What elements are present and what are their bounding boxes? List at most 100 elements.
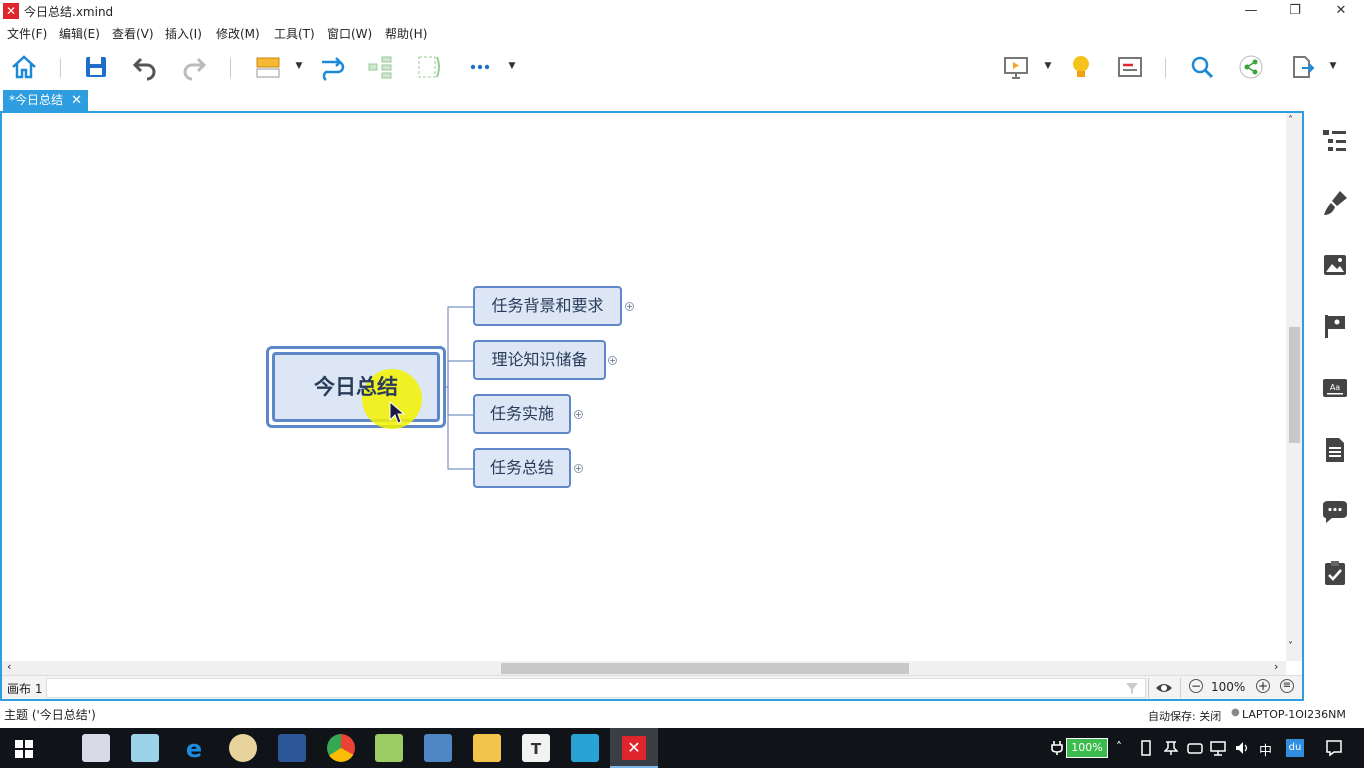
toolbar-separator (230, 58, 231, 78)
palette-app-icon[interactable] (229, 734, 257, 762)
svg-text:Aa: Aa (1330, 383, 1340, 392)
notes-icon[interactable] (1320, 435, 1350, 465)
edge-browser-icon[interactable]: e (180, 734, 208, 763)
link-icon[interactable] (1187, 740, 1203, 756)
windows-start-icon[interactable] (15, 740, 33, 758)
menu-view[interactable]: 查看(V) (112, 25, 154, 42)
home-icon[interactable] (10, 53, 38, 81)
chevron-up-icon[interactable]: ˄ (1288, 115, 1293, 126)
eye-icon[interactable] (1155, 680, 1173, 696)
file-explorer-icon[interactable] (473, 734, 501, 762)
subtopic[interactable]: 任务实施 (473, 394, 571, 434)
save-icon[interactable] (82, 53, 110, 81)
mouse-cursor-icon (389, 400, 406, 424)
zoom-in-button[interactable]: + (1256, 679, 1270, 693)
sheet-tab[interactable]: 画布 1 (7, 680, 42, 697)
menu-insert[interactable]: 插入(I) (165, 25, 202, 42)
format-brush-icon[interactable] (1320, 188, 1350, 218)
window-app-icon[interactable] (424, 734, 452, 762)
chevron-down-icon[interactable]: ▼ (1043, 61, 1053, 71)
subtopic[interactable]: 理论知识储备 (473, 340, 606, 380)
share-icon[interactable] (1237, 53, 1265, 81)
visio-app-icon[interactable] (278, 734, 306, 762)
chevron-down-icon[interactable]: ▼ (294, 61, 304, 71)
export-icon[interactable] (1288, 53, 1316, 81)
text-style-icon[interactable]: Aa (1320, 373, 1350, 403)
device-icon[interactable] (1140, 740, 1152, 756)
network-icon[interactable] (1210, 740, 1226, 756)
toolbar-separator (60, 58, 61, 78)
fit-menu-button[interactable]: ≡ (1280, 679, 1294, 693)
snipaste-app-icon[interactable] (571, 734, 599, 762)
menu-edit[interactable]: 编辑(E) (59, 25, 100, 42)
zoom-level: 100% (1211, 680, 1246, 694)
presentation-icon[interactable] (1002, 53, 1030, 81)
subtopic[interactable]: 任务总结 (473, 448, 571, 488)
vertical-scroll-thumb[interactable] (1289, 327, 1300, 443)
volume-icon[interactable] (1234, 740, 1250, 756)
chrome-browser-icon[interactable] (327, 734, 355, 762)
sheet-tab-area[interactable] (46, 678, 1146, 698)
expand-icon[interactable]: + (625, 302, 634, 311)
gantt-icon[interactable] (1116, 53, 1144, 81)
mindmap-canvas[interactable]: 今日总结 任务背景和要求 + 理论知识储备 + 任务实施 + 任务总结 + (2, 113, 1286, 661)
pin-icon[interactable] (1164, 740, 1178, 756)
image-icon[interactable] (1320, 250, 1350, 280)
connector-lines (444, 306, 473, 470)
svg-text:e: e (186, 735, 202, 762)
paint-app-icon[interactable] (82, 734, 110, 762)
chevron-down-icon[interactable]: ▼ (1328, 61, 1338, 71)
filter-icon[interactable] (1124, 680, 1140, 696)
marker-flag-icon[interactable] (1320, 311, 1350, 341)
idea-lightbulb-icon[interactable] (1067, 53, 1095, 81)
menu-modify[interactable]: 修改(M) (216, 25, 260, 42)
battery-indicator[interactable]: 100% (1066, 738, 1108, 758)
ime-indicator[interactable]: 中 (1259, 740, 1272, 759)
taskbar: e T ✕ 100% ˄ 中 du (0, 728, 1364, 768)
horizontal-scroll-thumb[interactable] (501, 663, 909, 674)
chevron-down-icon[interactable]: ˅ (1288, 641, 1293, 652)
minimize-button[interactable]: — (1228, 0, 1274, 22)
menu-tools[interactable]: 工具(T) (274, 25, 315, 42)
power-plug-icon[interactable] (1050, 740, 1064, 756)
outline-icon[interactable] (1320, 126, 1350, 156)
chevron-down-icon[interactable]: ▼ (507, 61, 517, 71)
menu-file[interactable]: 文件(F) (7, 25, 47, 42)
menu-window[interactable]: 窗口(W) (327, 25, 372, 42)
redo-icon[interactable] (180, 53, 208, 81)
menu-help[interactable]: 帮助(H) (385, 25, 427, 42)
restore-button[interactable]: ❐ (1272, 0, 1318, 22)
typora-app-icon[interactable]: T (522, 734, 550, 762)
vertical-scrollbar[interactable]: ˄ ˅ (1286, 113, 1302, 661)
boundary-icon[interactable] (415, 53, 443, 81)
central-topic-label: 今日总结 (314, 375, 398, 399)
insert-topic-icon[interactable] (254, 53, 282, 81)
zoom-out-button[interactable]: − (1189, 679, 1203, 693)
expand-icon[interactable]: + (574, 410, 583, 419)
chevron-up-icon[interactable]: ˄ (1116, 740, 1122, 754)
expand-icon[interactable]: + (608, 356, 617, 365)
task-checklist-icon[interactable] (1320, 558, 1350, 588)
comments-icon[interactable] (1320, 497, 1350, 527)
close-window-button[interactable]: ✕ (1318, 0, 1364, 22)
autosave-status[interactable]: 自动保存: 关闭 (1148, 708, 1221, 724)
chart-app-icon[interactable] (375, 734, 403, 762)
glass-app-icon[interactable] (131, 734, 159, 762)
expand-icon[interactable]: + (574, 464, 583, 473)
toolbar-separator (1165, 58, 1166, 78)
relationship-icon[interactable] (318, 53, 346, 81)
subtopic-label: 任务背景和要求 (491, 296, 604, 315)
taskbar-active-xmind[interactable]: ✕ (610, 728, 658, 768)
notification-icon[interactable] (1325, 739, 1343, 757)
undo-icon[interactable] (131, 53, 159, 81)
chevron-right-icon[interactable]: › (1274, 660, 1278, 673)
more-icon[interactable] (466, 53, 494, 81)
close-tab-icon[interactable]: ✕ (71, 90, 82, 111)
subtopic[interactable]: 任务背景和要求 (473, 286, 622, 326)
tab-document[interactable]: *今日总结 ✕ (3, 90, 88, 111)
search-icon[interactable] (1188, 53, 1216, 81)
chevron-left-icon[interactable]: ‹ (7, 660, 11, 673)
horizontal-scrollbar[interactable]: ‹ › (2, 660, 1286, 675)
structure-icon[interactable] (366, 53, 394, 81)
baidu-input-icon[interactable]: du (1286, 739, 1304, 757)
